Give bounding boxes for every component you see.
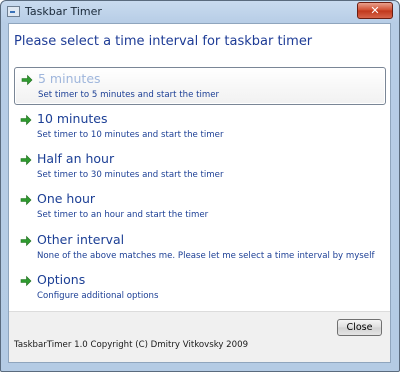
task-options[interactable]: Options Configure additional options [14,269,386,307]
green-arrow-icon [20,154,32,166]
task-description: Set timer to 5 minutes and start the tim… [38,90,220,100]
task-other-interval[interactable]: Other interval None of the above matches… [14,229,386,267]
task-title: 10 minutes [37,111,108,126]
close-icon: ✕ [370,4,380,17]
green-arrow-icon [20,194,32,206]
task-title: 5 minutes [38,71,101,86]
task-description: Set timer to an hour and start the timer [37,210,209,220]
window-title: Taskbar Timer [25,5,102,18]
task-description: Set timer to 10 minutes and start the ti… [37,130,224,140]
task-title: One hour [37,191,96,206]
app-icon [7,6,20,17]
task-title: Options [37,272,86,287]
close-button[interactable]: Close [337,319,382,336]
green-arrow-icon [20,235,32,247]
copyright-text: TaskbarTimer 1.0 Copyright (C) Dmitry Vi… [14,340,249,350]
green-arrow-icon [20,114,32,126]
task-half-an-hour[interactable]: Half an hour Set timer to 30 minutes and… [14,148,386,186]
task-title: Half an hour [37,151,115,166]
task-one-hour[interactable]: One hour Set timer to an hour and start … [14,188,386,226]
task-title: Other interval [37,232,125,247]
window-close-button[interactable]: ✕ [357,2,393,19]
task-description: Set timer to 30 minutes and start the ti… [37,170,224,180]
page-heading: Please select a time interval for taskba… [14,34,313,49]
green-arrow-icon [21,74,33,86]
task-description: Configure additional options [37,291,159,301]
green-arrow-icon [20,275,32,287]
task-5-minutes[interactable]: 5 minutes Set timer to 5 minutes and sta… [14,67,386,105]
title-bar[interactable]: Taskbar Timer ✕ [1,1,399,23]
taskbar-timer-window: Taskbar Timer ✕ Please select a time int… [0,0,400,372]
footer-area: Close TaskbarTimer 1.0 Copyright (C) Dmi… [9,311,390,362]
task-10-minutes[interactable]: 10 minutes Set timer to 10 minutes and s… [14,108,386,146]
dialog-content: Please select a time interval for taskba… [8,23,391,363]
task-description: None of the above matches me. Please let… [37,251,375,261]
